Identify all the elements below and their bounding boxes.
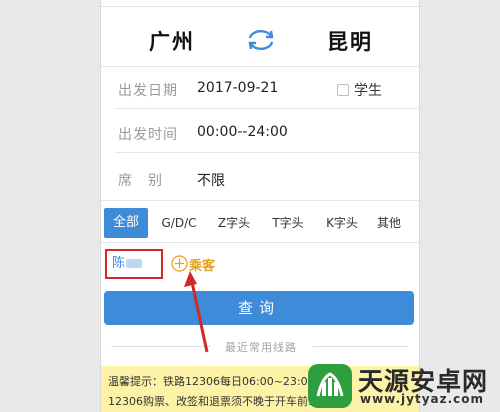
notice-text: 12306购票、改签和退票须不晚于开车前30 [108,395,322,408]
add-passenger-icon[interactable] [171,255,188,272]
divider [115,108,419,109]
tab-z[interactable]: Z字头 [210,208,258,238]
divider [101,242,419,243]
tab-k[interactable]: K字头 [318,208,366,238]
seat-label: 席 别 [118,173,163,189]
divider [313,346,408,347]
passenger-chip[interactable]: 陈 [105,249,163,279]
watermark-logo-icon [308,364,352,408]
tab-other[interactable]: 其他 [370,208,408,238]
date-label: 出发日期 [118,83,178,99]
name-blur [126,259,143,268]
recent-routes-label: 最近常用线路 [225,341,297,354]
student-label[interactable]: 学生 [354,80,382,100]
notice-text: 温馨提示：铁路12306每日06:00~23:00 [108,375,315,388]
divider [111,346,211,347]
tab-gdc[interactable]: G/D/C [156,208,202,238]
time-label: 出发时间 [118,127,178,143]
add-passenger-label[interactable]: 乘客 [189,255,215,274]
passenger-name: 陈 [112,256,126,271]
watermark: 天源安卓网 www.jytyaz.com [300,360,500,412]
seat-value[interactable]: 不限 [197,170,225,190]
from-city[interactable]: 广州 [149,26,195,56]
swap-icon[interactable] [244,28,278,52]
watermark-url: www.jytyaz.com [360,392,485,406]
date-value[interactable]: 2017-09-21 [197,80,278,96]
time-value[interactable]: 00:00--24:00 [197,124,288,140]
train-type-tabs: 全部 G/D/C Z字头 T字头 K字头 其他 [104,208,416,238]
student-checkbox[interactable] [337,84,349,96]
tab-all[interactable]: 全部 [104,208,148,238]
divider [115,152,419,153]
query-button[interactable]: 查询 [104,291,414,325]
divider [101,200,419,201]
divider [101,66,419,67]
phone-screen: 广州 昆明 出发日期 2017-09-21 学生 出发时间 00:00--24:… [100,0,420,412]
to-city[interactable]: 昆明 [327,26,373,56]
tab-t[interactable]: T字头 [264,208,312,238]
top-divider [101,6,419,7]
